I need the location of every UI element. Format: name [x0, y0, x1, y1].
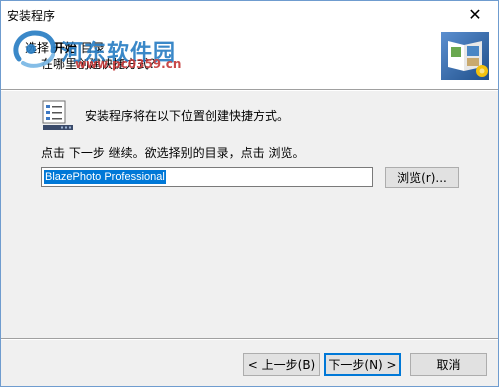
window-title: 安装程序	[7, 9, 56, 23]
start-menu-folder-input[interactable]: BlazePhoto Professional	[41, 167, 373, 187]
browse-button[interactable]: 浏览(r)...	[385, 167, 459, 188]
watermark-url: www.pc0359.cn	[75, 57, 182, 71]
install-list-icon	[42, 100, 73, 130]
header-divider-highlight	[1, 90, 498, 91]
close-button[interactable]: ✕	[452, 1, 498, 27]
description-text: 安装程序将在以下位置创建快捷方式。	[85, 109, 290, 123]
title-bar: 安装程序 ✕	[1, 1, 498, 27]
close-icon: ✕	[468, 4, 482, 24]
back-button[interactable]: < 上一步(B)	[243, 353, 320, 376]
wizard-header: 选择 开始 目录 在哪里创建快捷方式？ 河东软件园 www.pc0359.cn	[1, 27, 498, 89]
photo-album-icon	[441, 32, 489, 80]
watermark-swirl-icon	[13, 30, 56, 68]
folder-value: BlazePhoto Professional	[44, 170, 166, 184]
instruction-text: 点击 下一步 继续。欲选择别的目录，点击 浏览。	[41, 146, 305, 160]
footer-divider-highlight	[1, 339, 498, 340]
watermark-logo: 河东软件园 www.pc0359.cn	[9, 29, 209, 71]
next-button[interactable]: 下一步(N) >	[324, 353, 401, 376]
installer-window: 安装程序 ✕ 选择 开始 目录 在哪里创建快捷方式？ 河东软件园 www.pc0…	[0, 0, 499, 387]
cancel-button[interactable]: 取消	[410, 353, 487, 376]
